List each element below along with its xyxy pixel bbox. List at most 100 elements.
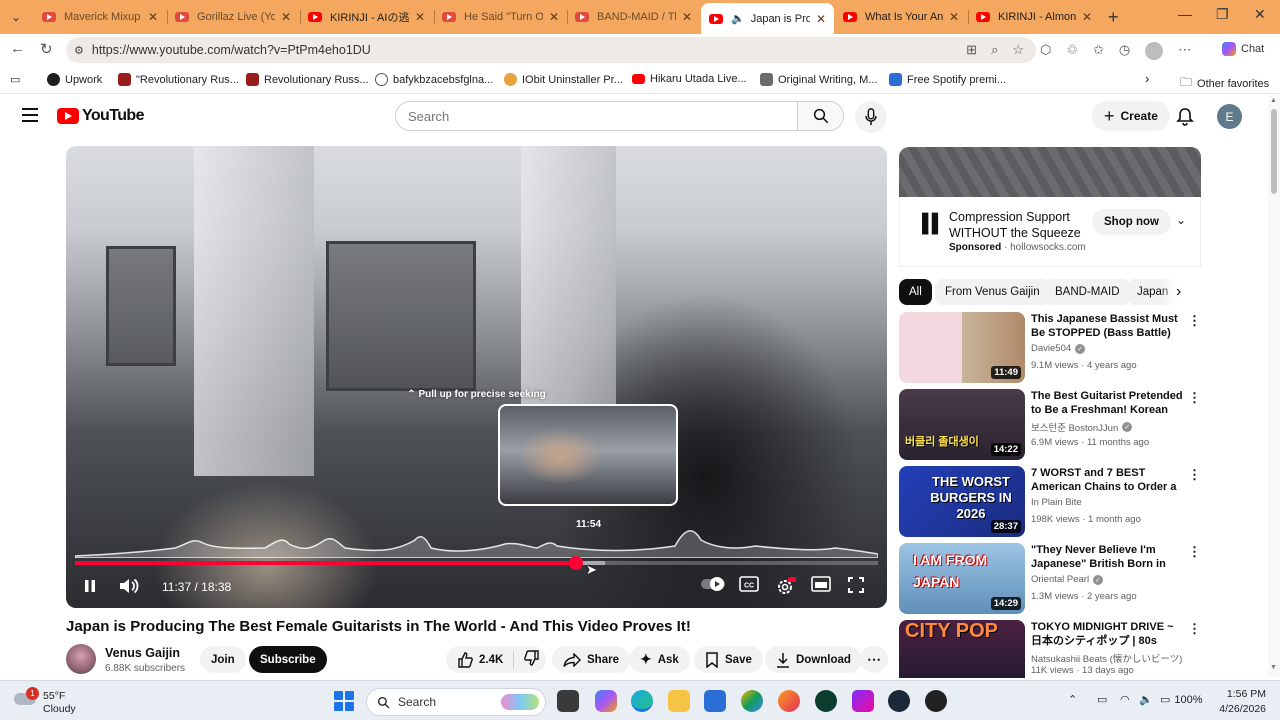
create-button[interactable]: + Create [1092, 101, 1170, 131]
chip-band-maid[interactable]: BAND-MAID [1045, 279, 1130, 305]
more-menu-icon[interactable]: ⋯ [1178, 42, 1191, 60]
history-icon[interactable]: ◷ [1119, 42, 1130, 60]
more-actions-icon[interactable]: ⋯ [860, 646, 888, 673]
zoom-icon[interactable]: ⌕ [991, 42, 998, 58]
menu-hamburger-icon[interactable] [22, 108, 38, 122]
chip-all[interactable]: All [899, 279, 932, 305]
steam-icon[interactable] [888, 690, 910, 712]
scrollbar-thumb[interactable] [1271, 109, 1277, 194]
tab-actions-menu-icon[interactable]: ⌄ [4, 5, 28, 29]
close-tab-icon[interactable]: ✕ [281, 10, 291, 24]
close-tab-icon[interactable]: ✕ [1082, 10, 1092, 24]
microsoft-store-icon[interactable] [704, 690, 726, 712]
recommendation-item[interactable]: I AM FROM JAPAN 14:29 "They Never Believ… [899, 543, 1201, 615]
youtube-logo[interactable]: YouTube [57, 107, 144, 125]
chevron-right-icon[interactable]: › [1145, 71, 1149, 86]
app-available-icon[interactable]: ⊞ [966, 42, 977, 58]
favorites-icon[interactable]: ✩ [1093, 42, 1104, 60]
editor-app-icon[interactable] [852, 690, 874, 712]
recommendation-item[interactable]: CITY POP TOKYO MIDNIGHT DRIVE ~ 日本のシティポッ… [899, 620, 1199, 678]
upwork-app-icon[interactable] [815, 690, 837, 712]
miniplayer-button[interactable] [811, 576, 831, 592]
taskbar-search[interactable]: Search [366, 688, 546, 716]
scroll-up-arrow-icon[interactable]: ▲ [1270, 97, 1277, 104]
subscribe-button[interactable]: Subscribe [249, 646, 327, 673]
pause-button[interactable] [80, 576, 100, 596]
browser-tab[interactable]: Maverick Mixup #2 ✕ [34, 4, 166, 30]
edge-browser-icon[interactable] [631, 690, 653, 712]
speaker-playing-icon[interactable]: 🔈 [731, 12, 745, 25]
recommendation-channel[interactable]: Davie504 ✓ [1031, 343, 1086, 354]
reading-list-icon[interactable]: ▭ [10, 73, 20, 86]
browser-tab[interactable]: KIRINJI - AIの逃避行 ✕ [300, 4, 433, 30]
bookmark-item[interactable]: Hikaru Utada Live... [632, 73, 747, 85]
account-avatar[interactable]: E [1217, 104, 1242, 129]
progress-scrubber-handle[interactable] [569, 556, 584, 570]
browser-tab[interactable]: Gorillaz Live (YouTube) ✕ [167, 4, 299, 30]
copilot-chat-button[interactable]: Chat [1222, 42, 1264, 56]
browser-essentials-icon[interactable]: ♲ [1066, 42, 1078, 60]
volume-tray-icon[interactable]: 🔈 [1139, 693, 1153, 706]
ad-banner-image[interactable] [899, 147, 1201, 197]
recommendation-channel[interactable]: 보스턴준 BostonJJun ✓ [1031, 420, 1133, 434]
volume-button[interactable] [118, 576, 140, 596]
system-clock[interactable]: 1:56 PM 4/26/2026 [1214, 687, 1266, 717]
bookmark-item[interactable]: Revolutionary Russ... [246, 73, 369, 86]
voice-search-button[interactable] [855, 101, 887, 133]
browser-tab[interactable]: BAND-MAID / The ✕ [567, 4, 700, 30]
recommendation-channel[interactable]: Natsukashii Beats (懐かしいビーツ) [1031, 651, 1182, 665]
close-tab-icon[interactable]: ✕ [949, 10, 959, 24]
reload-icon[interactable]: ↻ [40, 40, 53, 58]
ad-card[interactable]: ▌▌ Compression Support WITHOUT the Squee… [899, 197, 1201, 267]
more-options-icon[interactable]: ⋮ [1188, 622, 1199, 635]
windows-start-icon[interactable] [334, 691, 354, 711]
address-bar[interactable]: ⚙ https://www.youtube.com/watch?v=PtPm4e… [66, 37, 1036, 63]
recommendation-title[interactable]: TOKYO MIDNIGHT DRIVE ~ 日本のシティポップ | 80s J… [1031, 620, 1186, 648]
share-button[interactable]: Share [552, 646, 630, 673]
network-tray-icon[interactable]: ▭ [1097, 693, 1107, 706]
browser-tab[interactable]: What Is Your Anime ✕ [835, 4, 967, 30]
close-tab-icon[interactable]: ✕ [682, 10, 692, 24]
video-thumbnail[interactable]: 버클리 졸대생이 14:22 [899, 389, 1025, 460]
bookmark-item[interactable]: IObit Uninstaller Pr... [504, 73, 623, 86]
new-tab-icon[interactable]: + [1108, 7, 1119, 28]
fullscreen-button[interactable] [847, 576, 865, 594]
subtitles-button[interactable]: CC [739, 576, 759, 592]
other-favorites[interactable]: 🗀 Other favorites [1180, 73, 1269, 94]
bookmark-item[interactable]: "Revolutionary Rus... [118, 73, 239, 86]
search-button[interactable] [797, 101, 844, 131]
chip-from-channel[interactable]: From Venus Gaijin [935, 279, 1050, 305]
close-tab-icon[interactable]: ✕ [415, 10, 425, 24]
close-window-icon[interactable]: ✕ [1254, 6, 1266, 23]
download-button[interactable]: Download [765, 646, 862, 673]
ad-title[interactable]: Compression Support WITHOUT the Squeeze [949, 209, 1099, 241]
bookmark-item[interactable]: bafykbzacebsfglna... [375, 73, 493, 86]
browser-tab[interactable]: He Said "Turn Off I ✕ [434, 4, 567, 30]
close-tab-icon[interactable]: ✕ [148, 10, 158, 24]
shop-now-button[interactable]: Shop now [1092, 209, 1171, 235]
recommendation-title[interactable]: "They Never Believe I'm Japanese" Britis… [1031, 543, 1186, 571]
autoplay-toggle[interactable] [700, 576, 726, 592]
bookmark-item[interactable]: Original Writing, M... [760, 73, 877, 86]
recommendation-channel[interactable]: In Plain Bite [1031, 497, 1082, 508]
recommendation-item[interactable]: THE WORST BURGERS IN 2026 28:37 7 WORST … [899, 466, 1201, 538]
url-text[interactable]: https://www.youtube.com/watch?v=PtPm4eho… [92, 43, 371, 57]
more-options-icon[interactable]: ⋮ [1188, 545, 1201, 558]
show-hidden-icons-chevron-icon[interactable]: ⌃ [1068, 693, 1077, 706]
channel-avatar[interactable] [66, 644, 96, 674]
video-thumbnail[interactable]: THE WORST BURGERS IN 2026 28:37 [899, 466, 1025, 537]
recommendation-title[interactable]: This Japanese Bassist Must Be STOPPED (B… [1031, 312, 1186, 340]
search-input[interactable]: Search [395, 101, 798, 131]
channel-name[interactable]: Venus Gaijin [105, 646, 180, 660]
more-options-icon[interactable]: ⋮ [1188, 314, 1201, 327]
notifications-bell-icon[interactable] [1176, 107, 1194, 132]
more-options-icon[interactable]: ⋮ [1188, 468, 1201, 481]
browser-tab[interactable]: KIRINJI - Almond E ✕ [968, 4, 1100, 30]
recommendation-channel[interactable]: Oriental Pearl ✓ [1031, 574, 1104, 585]
extensions-icon[interactable]: ⬡ [1040, 42, 1051, 60]
app-with-notification-icon[interactable] [925, 690, 947, 712]
join-button[interactable]: Join [200, 646, 246, 673]
battery-indicator[interactable]: ▭ 100% [1160, 693, 1203, 707]
close-tab-icon[interactable]: ✕ [549, 10, 559, 24]
site-info-icon[interactable]: ⚙ [74, 44, 84, 57]
